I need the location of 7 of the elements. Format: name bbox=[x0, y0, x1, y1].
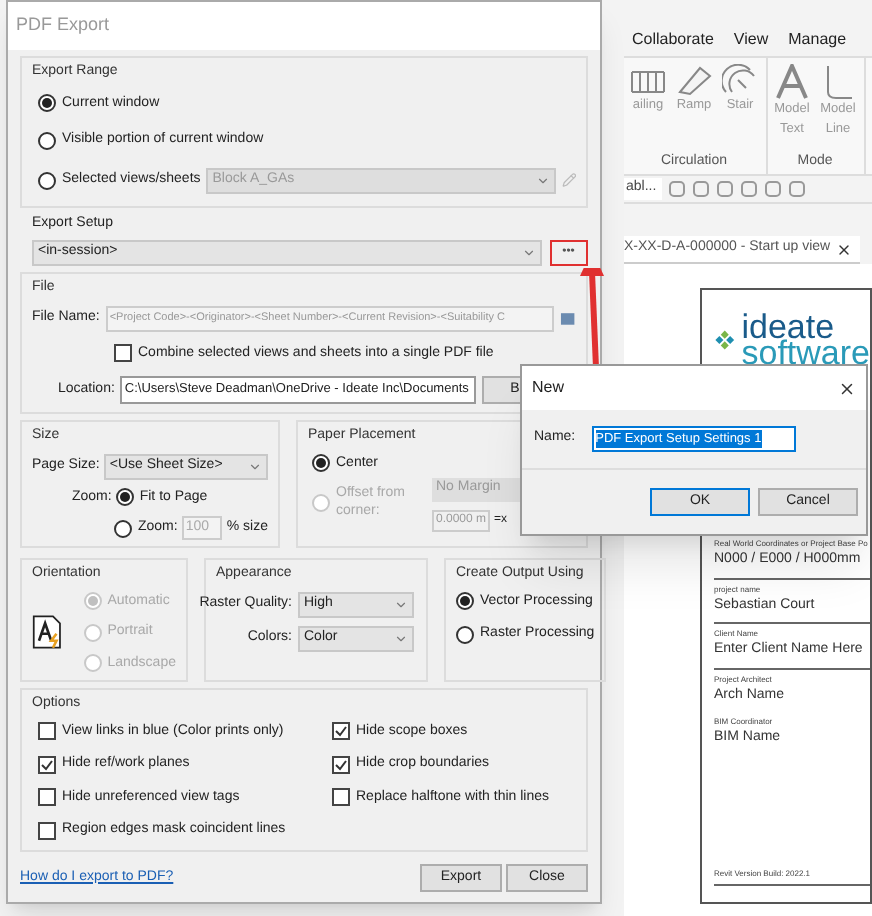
dialog-title: New bbox=[532, 376, 565, 400]
logo-text: ideate bbox=[741, 314, 835, 340]
ribbon-tab[interactable]: Collaborate bbox=[632, 28, 714, 52]
dialog-title: PDF Export bbox=[16, 12, 110, 39]
ribbon-tab[interactable]: View bbox=[733, 28, 769, 52]
ribbon-tab[interactable]: Manage bbox=[788, 28, 847, 52]
logo-text: software bbox=[741, 340, 870, 366]
